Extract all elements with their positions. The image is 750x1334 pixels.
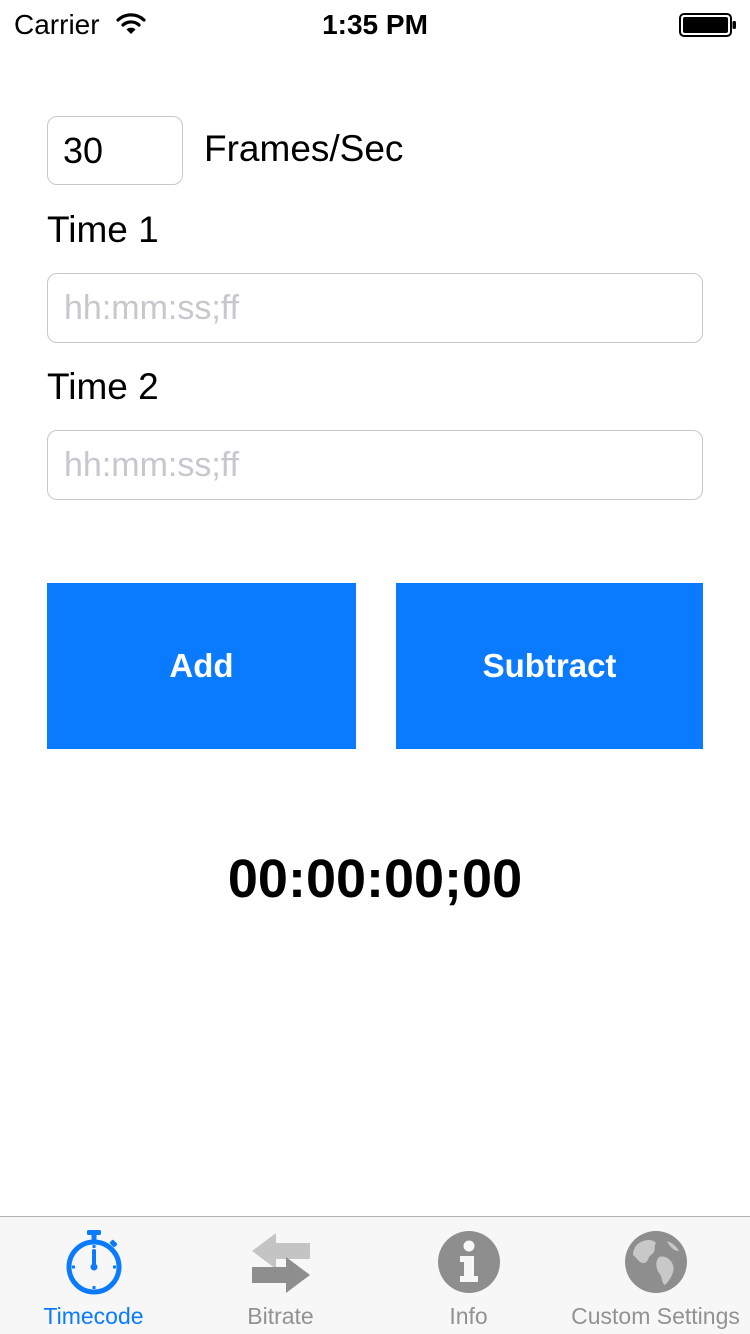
globe-icon (624, 1231, 687, 1293)
stopwatch-icon (66, 1230, 121, 1295)
time1-input[interactable] (47, 273, 703, 343)
status-time: 1:35 PM (322, 9, 428, 40)
time2-input[interactable] (47, 430, 703, 500)
add-button[interactable]: Add (47, 583, 356, 749)
timecode-screen: Carrier 1:35 PM Frames/Sec Time 1 Time 2… (0, 0, 750, 1334)
status-bar: Carrier 1:35 PM (0, 0, 750, 50)
time1-label: Time 1 (47, 209, 159, 250)
tab-info[interactable]: Info (375, 1217, 562, 1334)
battery-icon (679, 13, 736, 37)
swap-arrows-icon (251, 1233, 310, 1293)
subtract-button[interactable]: Subtract (396, 583, 703, 749)
tab-bar: Timecode Bitrate Info Custom Settings (0, 1216, 750, 1334)
time2-label: Time 2 (47, 366, 159, 407)
tab-custom-settings-label: Custom Settings (571, 1303, 740, 1329)
frames-per-second-label: Frames/Sec (204, 128, 404, 169)
tab-bitrate-label: Bitrate (247, 1303, 314, 1329)
result-timecode: 00:00:00;00 (227, 849, 523, 909)
tab-custom-settings[interactable]: Custom Settings (562, 1217, 749, 1334)
tab-info-label: Info (449, 1303, 488, 1329)
frames-per-second-input[interactable] (47, 116, 183, 185)
tab-timecode-label: Timecode (43, 1303, 144, 1329)
tab-bitrate[interactable]: Bitrate (187, 1217, 374, 1334)
tab-timecode[interactable]: Timecode (0, 1217, 187, 1334)
info-icon (437, 1231, 500, 1293)
